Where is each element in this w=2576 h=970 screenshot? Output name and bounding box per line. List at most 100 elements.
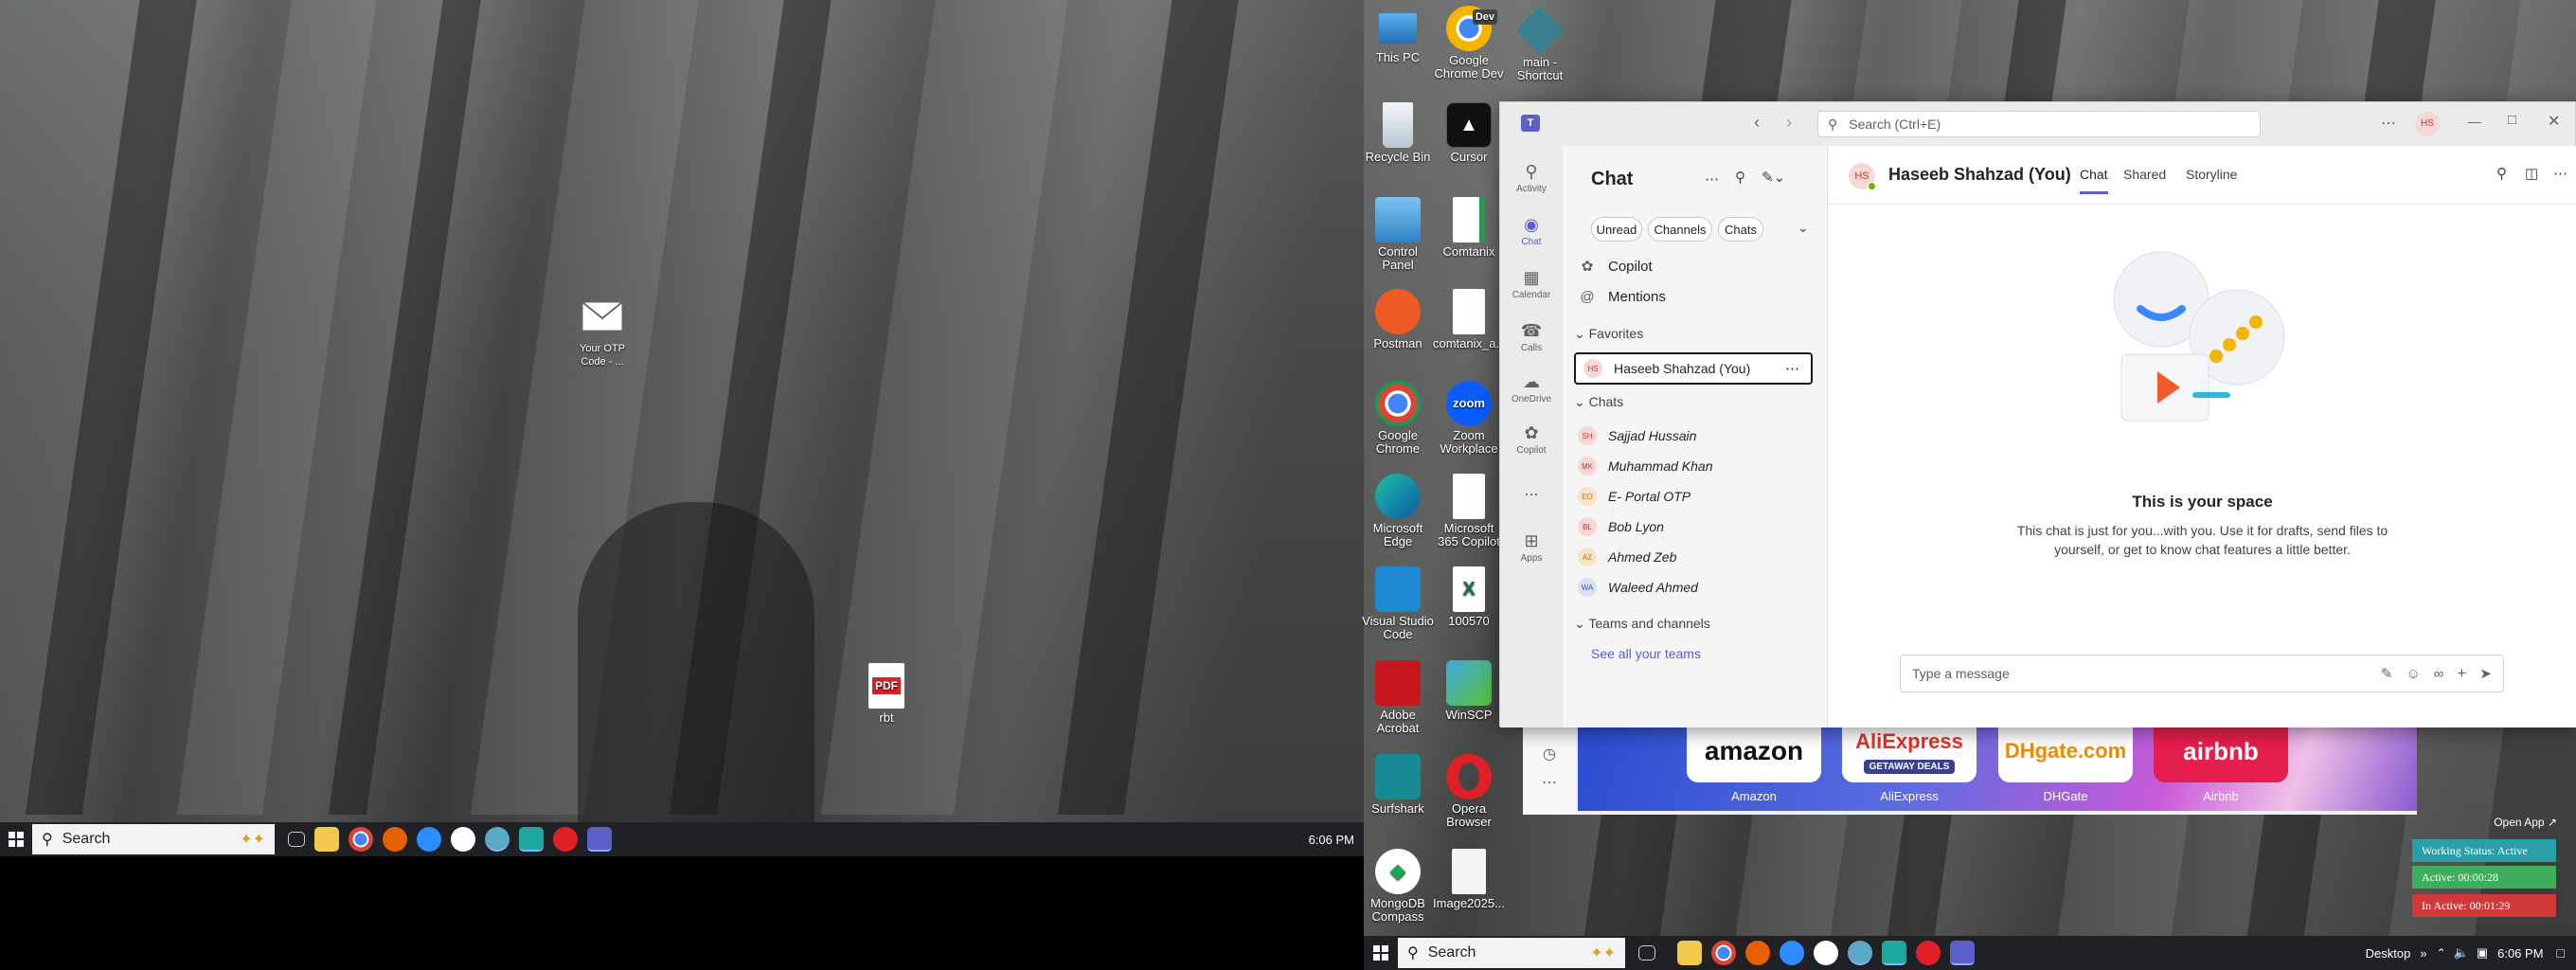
section-header-chats[interactable]: ⌄ Chats [1574,394,1623,410]
tab-chat[interactable]: Chat [2080,167,2108,194]
format-icon[interactable]: ✎ [2381,665,2393,682]
more-options-icon[interactable]: ⋯ [1705,171,1719,188]
zoom-taskbar-icon[interactable] [1780,941,1804,965]
desktop-icon-edge[interactable]: Microsoft Edge [1362,474,1434,548]
teams-search-input[interactable]: ⚲ Search (Ctrl+E) [1817,111,2261,137]
chat-item[interactable]: MK Muhammad Khan [1563,451,1828,481]
desktop-icon-cursor[interactable]: ▲ Cursor [1433,102,1505,164]
chrome-taskbar-icon[interactable] [1711,941,1736,965]
filter-chats[interactable]: Chats [1718,217,1763,242]
desktop-icon-vscode[interactable]: Visual Studio Code [1362,566,1434,641]
rail-more[interactable]: ... [1500,479,1563,502]
profile-avatar[interactable]: HS [2415,112,2440,136]
network-icon[interactable]: ▣ [2477,945,2488,961]
chat-item[interactable]: BL Bob Lyon [1563,512,1828,542]
desktop-icon-m365-copilot[interactable]: Microsoft 365 Copilot [1433,474,1505,548]
desktop-icon-this-pc[interactable]: This PC [1362,8,1434,64]
rail-onedrive[interactable]: ☁ OneDrive [1500,371,1563,404]
desktop-icon-main-shortcut[interactable]: main - Shortcut [1504,6,1576,82]
desktop-toolbar-label[interactable]: Desktop [2366,946,2411,961]
desktop-icon-postman[interactable]: Postman [1362,289,1434,350]
forward-arrow-icon[interactable]: › [1786,113,1792,133]
back-arrow-icon[interactable]: ‹ [1754,113,1760,133]
search-icon[interactable]: ⚲ [2496,165,2507,182]
section-header-favorites[interactable]: ⌄ Favorites [1574,326,1643,342]
taskbar-search[interactable]: ⚲ Search ✦✦ [1398,938,1625,968]
desktop-icon-surfshark[interactable]: Surfshark [1362,754,1434,816]
desktop-icon-control-panel[interactable]: Control Panel [1362,197,1434,272]
desktop-icon-acrobat[interactable]: Adobe Acrobat [1362,660,1434,735]
opera-taskbar-icon[interactable] [1916,941,1941,965]
surfshark-taskbar-icon[interactable] [1882,941,1906,965]
zoom-taskbar-icon[interactable] [417,827,441,852]
speed-dial-amazon[interactable]: amazon [1687,720,1821,782]
chat-item[interactable]: WA Waleed Ahmed [1563,572,1828,602]
task-view-icon[interactable] [1638,945,1655,961]
new-chat-icon[interactable]: ✎⌄ [1762,169,1785,186]
history-icon[interactable]: ◷ [1523,745,1576,763]
filter-channels[interactable]: Channels [1648,217,1712,242]
speed-dial-aliexpress[interactable]: AliExpress GETAWAY DEALS [1842,720,1977,782]
tab-storyline[interactable]: Storyline [2186,167,2237,182]
teams-taskbar-icon[interactable] [1950,941,1975,965]
app-taskbar-icon[interactable] [1814,941,1838,965]
app-taskbar-icon[interactable] [1848,941,1872,965]
minimize-icon[interactable]: — [2468,114,2481,129]
filter-unread[interactable]: Unread [1591,217,1642,242]
rail-apps[interactable]: ⊞ Apps [1500,530,1563,564]
rail-calendar[interactable]: ▦ Calendar [1500,267,1563,300]
emoji-icon[interactable]: ☺ [2406,666,2420,682]
tab-shared[interactable]: Shared [2123,167,2166,182]
more-options-icon[interactable]: ⋯ [2553,165,2567,182]
desktop-icon-chrome-dev[interactable]: Dev Google Chrome Dev [1433,6,1505,81]
app-taskbar-icon[interactable] [485,827,510,852]
speaker-icon[interactable]: 🔈 [2454,945,2469,961]
rail-activity[interactable]: ⚲ Activity [1500,161,1563,194]
chat-item[interactable]: SH Sajjad Hussain [1563,421,1828,451]
desktop-icon-recycle-bin[interactable]: Recycle Bin [1362,102,1434,164]
more-options-icon[interactable]: ⋯ [2381,114,2396,133]
firefox-taskbar-icon[interactable] [1745,941,1770,965]
app-taskbar-icon[interactable] [451,827,475,852]
speed-dial-dhgate[interactable]: DHgate.com [1998,720,2133,782]
desktop-icon-mongodb[interactable]: ◆ MongoDB Compass [1362,849,1434,924]
taskbar-clock[interactable]: 6:06 PM [2497,946,2543,961]
desktop-icon-image2025[interactable]: Image2025... [1433,849,1505,910]
chrome-taskbar-icon[interactable] [349,827,373,852]
notification-icon[interactable]: □ [2557,945,2565,961]
list-item-copilot[interactable]: ✿ Copilot [1563,251,1828,281]
windows-start-icon[interactable] [1364,945,1398,961]
rail-copilot[interactable]: ✿ Copilot [1500,422,1563,456]
chat-item[interactable]: EO E- Portal OTP [1563,481,1828,512]
rail-chat[interactable]: ◉ Chat [1500,214,1563,247]
more-options-icon[interactable]: ⋯ [1785,360,1799,377]
send-icon[interactable]: ➤ [2479,665,2492,682]
desktop-icon-comtanix-a[interactable]: comtanix_a... [1433,289,1506,350]
desktop-icon-zoom[interactable]: zoom Zoom Workplace [1433,381,1505,456]
task-view-icon[interactable] [288,832,305,847]
open-app-button[interactable]: Open App ↗ [2462,816,2557,829]
desktop-icon-100570[interactable]: X 100570 [1433,566,1505,628]
rail-calls[interactable]: ☎ Calls [1500,320,1563,353]
side-panel-icon[interactable]: ◫ [2525,165,2538,182]
desktop-icon-google-chrome[interactable]: Google Chrome [1362,381,1434,456]
add-icon[interactable]: + [2457,664,2466,683]
desktop-icon-otp-mail[interactable]: Your OTP Code - ... [566,294,638,368]
loop-icon[interactable]: ∞ [2434,666,2444,682]
taskbar-search[interactable]: ⚲ Search ✦✦ [32,824,275,854]
close-icon[interactable]: ✕ [2548,112,2560,131]
opera-taskbar-icon[interactable] [553,827,578,852]
list-item-mentions[interactable]: @ Mentions [1563,281,1828,312]
file-explorer-icon[interactable] [1677,941,1702,965]
file-explorer-icon[interactable] [314,827,339,852]
firefox-taskbar-icon[interactable] [383,827,407,852]
maximize-icon[interactable]: □ [2508,112,2516,128]
desktop-icon-winscp[interactable]: WinSCP [1433,660,1505,722]
search-icon[interactable]: ⚲ [1735,169,1745,186]
chevron-down-icon[interactable]: ⌄ [1798,220,1809,236]
see-all-teams-link[interactable]: See all your teams [1591,646,1701,661]
tray-chevron-icon[interactable]: ⌃ [2437,946,2446,960]
more-icon[interactable]: ⋯ [1523,773,1576,792]
taskbar-clock[interactable]: 6:06 PM [1309,833,1354,847]
list-item-favorite-self[interactable]: HS Haseeb Shahzad (You) ⋯ [1574,352,1813,385]
